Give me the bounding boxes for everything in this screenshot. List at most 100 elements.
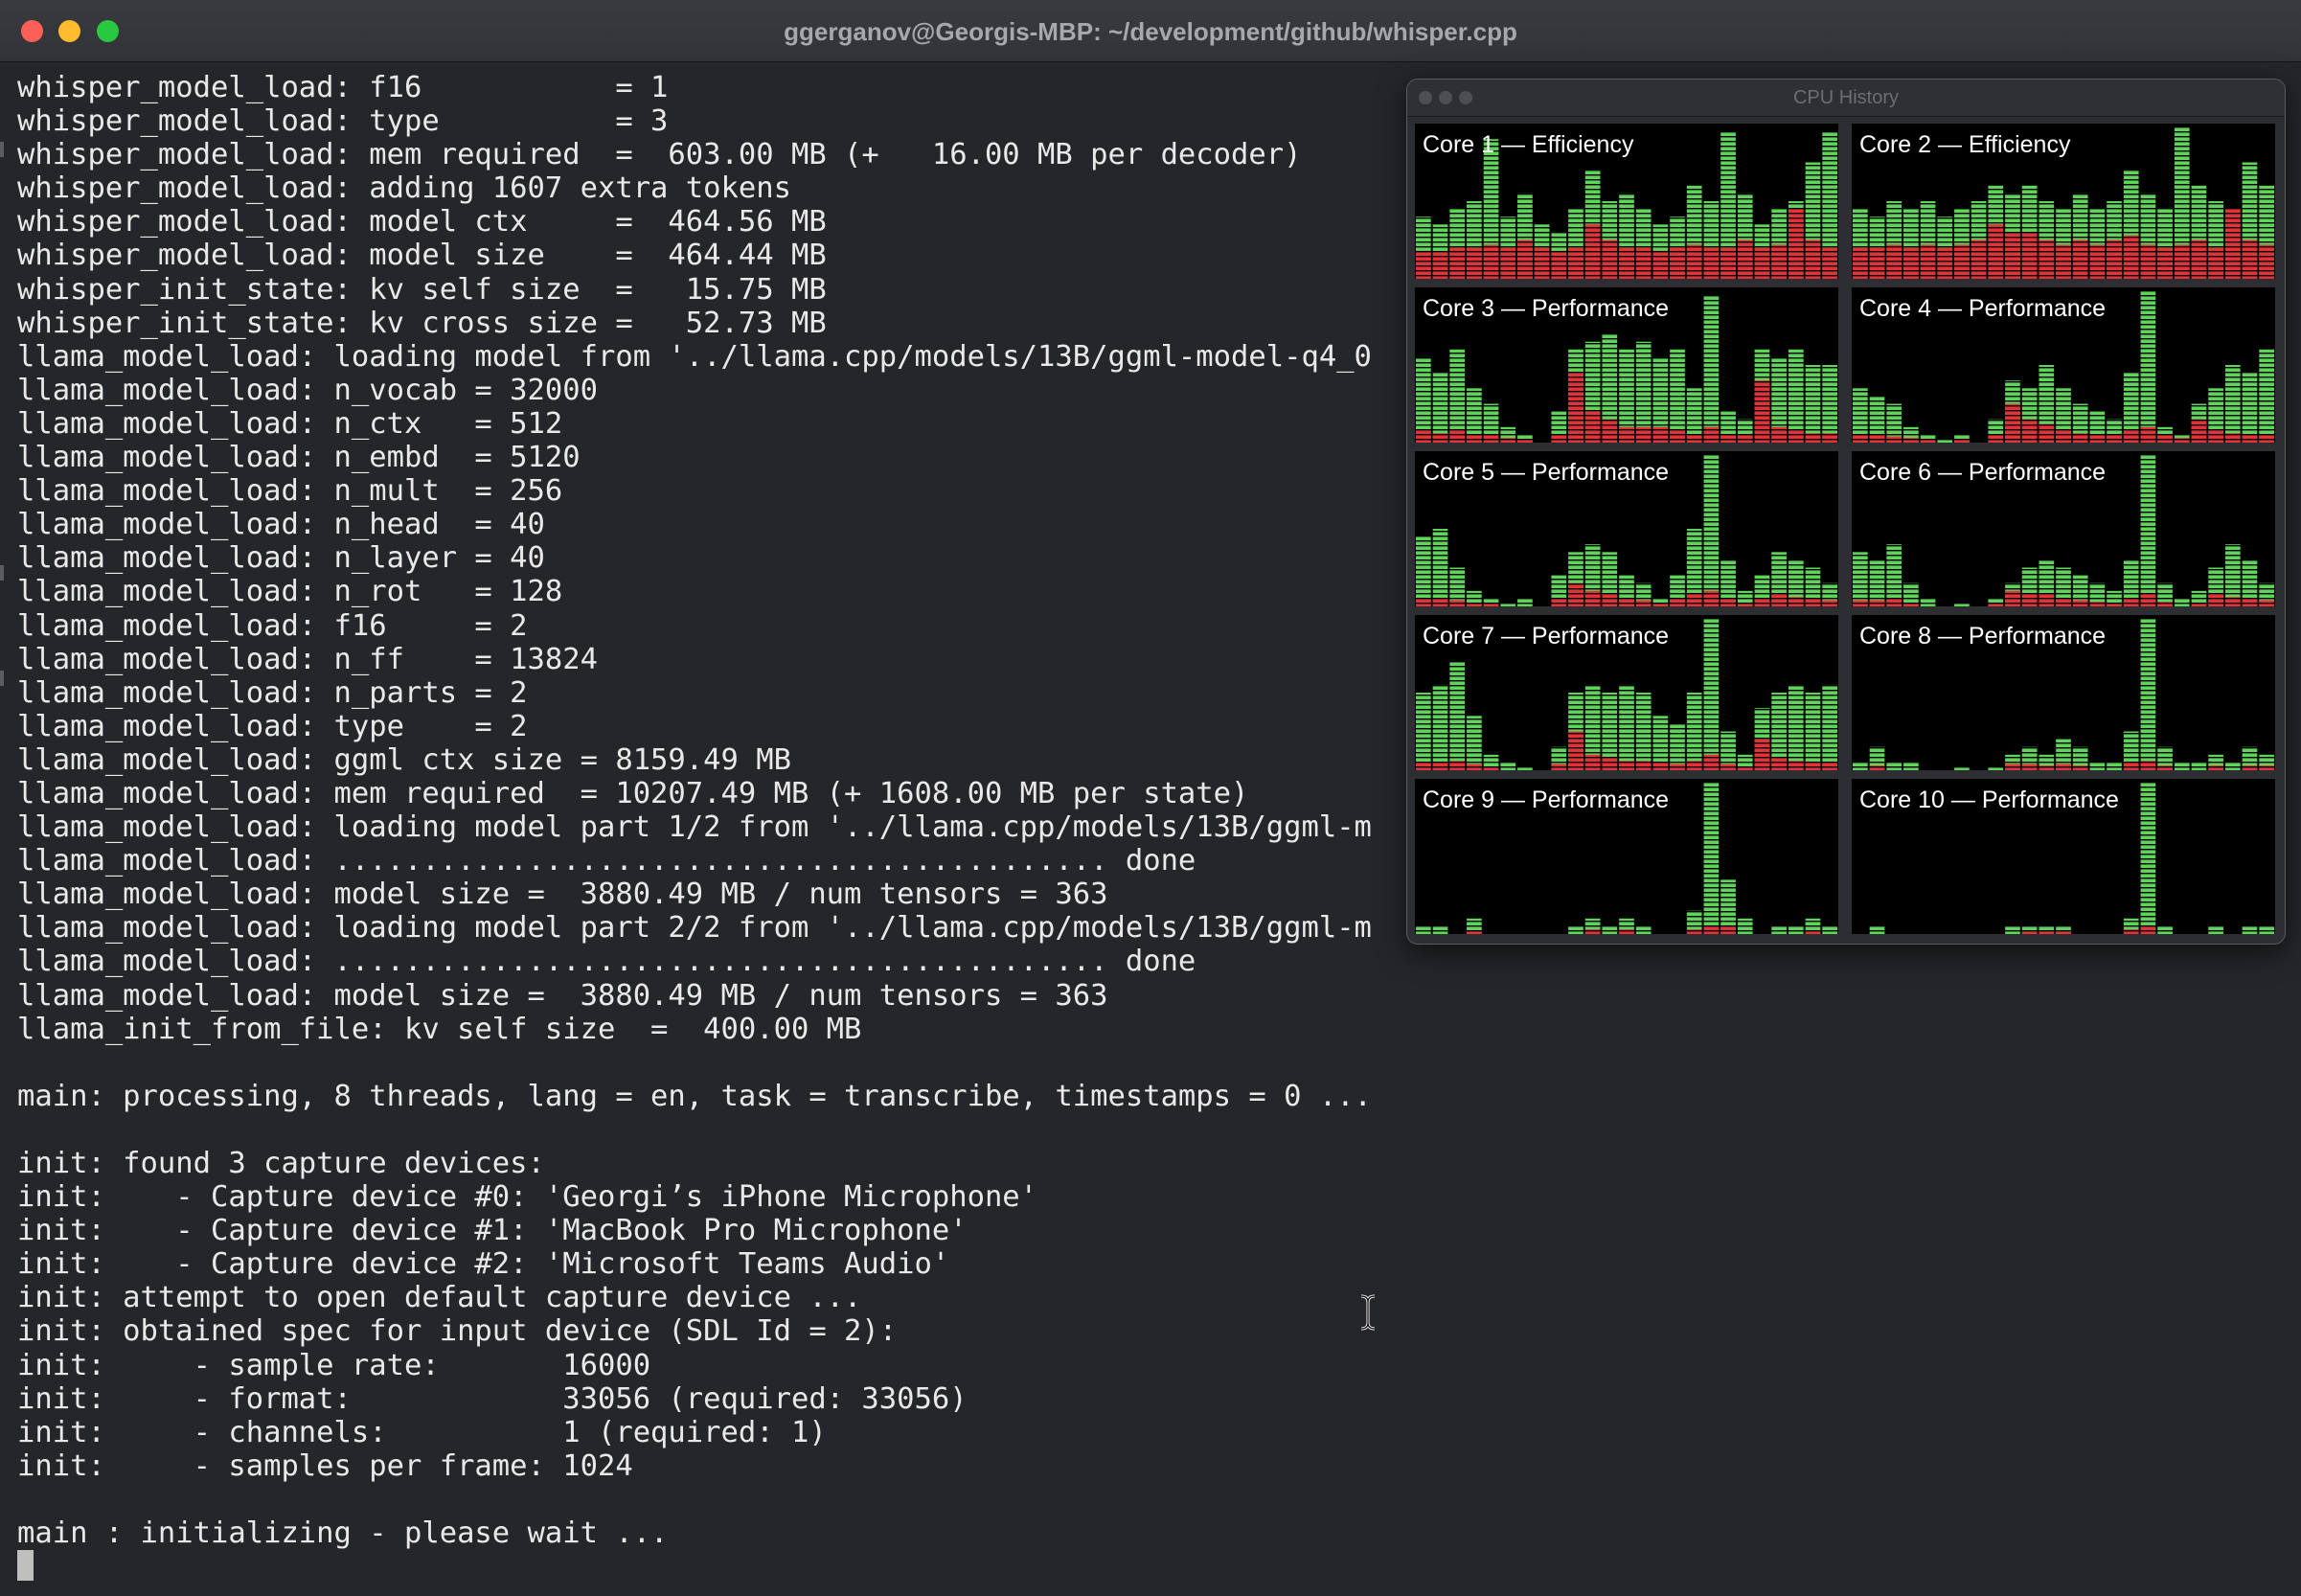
cpu-history-window[interactable]: CPU History Core 1 — Efficiency Core 2 — …: [1406, 79, 2286, 945]
system-load-bar: [2140, 594, 2156, 606]
segment-gap: [1415, 531, 1838, 533]
system-load-bar: [1584, 929, 1601, 934]
segment-gap: [1852, 723, 2275, 725]
segment-gap: [1415, 680, 1838, 682]
segment-gap: [1852, 550, 2275, 552]
segment-gap: [1852, 386, 2275, 388]
segment-gap: [1852, 348, 2275, 350]
system-load-bar: [1602, 758, 1618, 770]
segment-gap: [1415, 420, 1838, 422]
segment-gap: [1415, 516, 1838, 518]
system-load-bar: [1988, 434, 2004, 443]
segment-gap: [1415, 367, 1838, 369]
user-load-bar: [1853, 762, 1868, 770]
segment-gap: [1852, 618, 2275, 620]
segment-gap: [1852, 583, 2275, 585]
segment-gap: [1852, 766, 2275, 768]
segment-gap: [1852, 738, 2275, 740]
system-load-bar: [2123, 929, 2139, 934]
terminal-line: init: - sample rate: 16000: [17, 1348, 651, 1382]
system-load-bar: [1670, 247, 1685, 279]
terminal-titlebar[interactable]: ggerganov@Georgis-MBP: ~/development/git…: [0, 0, 2301, 62]
system-load-bar: [2140, 925, 2156, 934]
segment-gap: [1852, 400, 2275, 402]
segment-gap: [1852, 174, 2275, 176]
segment-gap: [1415, 699, 1838, 701]
terminal-line: init: - Capture device #0: 'Georgi’s iPh…: [17, 1180, 1038, 1215]
segment-gap: [1415, 507, 1838, 509]
segment-gap: [1852, 290, 2275, 292]
system-load-bar: [2005, 232, 2020, 279]
segment-gap: [1852, 434, 2275, 436]
segment-gap: [1852, 868, 2275, 870]
segment-gap: [1852, 270, 2275, 272]
segment-gap: [1852, 588, 2275, 590]
segment-gap: [1852, 574, 2275, 576]
system-load-bar: [1805, 239, 1821, 279]
system-load-bar: [1788, 209, 1804, 279]
terminal-line: llama_init_from_file: kv self size = 400…: [17, 1012, 862, 1046]
cpu-history-titlebar[interactable]: CPU History: [1407, 80, 2285, 117]
segment-gap: [1852, 901, 2275, 903]
terminal-line: init: obtained spec for input device (SD…: [17, 1314, 898, 1349]
segment-gap: [1415, 834, 1838, 836]
segment-gap: [1415, 290, 1838, 292]
user-load-bar: [2242, 925, 2258, 934]
segment-gap: [1415, 222, 1838, 224]
core-panel: Core 5 — Performance: [1415, 451, 1838, 606]
segment-gap: [1852, 237, 2275, 239]
terminal-line: init: found 3 capture devices:: [17, 1147, 545, 1180]
system-load-bar: [1652, 762, 1669, 770]
terminal-line: init: - format: 33056 (required: 33056): [17, 1381, 968, 1416]
segment-gap: [1852, 569, 2275, 571]
segment-gap: [1852, 559, 2275, 561]
segment-gap: [1415, 820, 1838, 822]
segment-gap: [1415, 858, 1838, 860]
segment-gap: [1852, 762, 2275, 764]
segment-gap: [1415, 583, 1838, 585]
segment-gap: [1852, 661, 2275, 663]
segment-gap: [1415, 728, 1838, 730]
segment-gap: [1852, 839, 2275, 841]
system-load-bar: [1416, 762, 1431, 770]
user-load-bar: [1602, 925, 1618, 934]
scroll-marker: [0, 565, 4, 581]
segment-gap: [1415, 901, 1838, 903]
segment-gap: [1415, 261, 1838, 262]
system-load-bar: [1602, 594, 1618, 606]
segment-gap: [1415, 849, 1838, 851]
segment-gap: [1852, 834, 2275, 836]
segment-gap: [1852, 680, 2275, 682]
segment-gap: [1415, 839, 1838, 841]
system-load-bar: [1754, 247, 1770, 279]
segment-gap: [1852, 261, 2275, 262]
segment-gap: [1415, 521, 1838, 523]
segment-gap: [1852, 376, 2275, 378]
segment-gap: [1415, 343, 1838, 345]
segment-gap: [1415, 685, 1838, 687]
segment-gap: [1852, 820, 2275, 822]
segment-gap: [1415, 825, 1838, 827]
segment-gap: [1415, 362, 1838, 364]
user-load-bar: [2224, 762, 2241, 770]
segment-gap: [1852, 217, 2275, 219]
segment-gap: [1415, 550, 1838, 552]
user-load-bar: [2157, 925, 2173, 934]
segment-gap: [1415, 410, 1838, 412]
segment-gap: [1852, 718, 2275, 720]
system-load-bar: [2208, 430, 2223, 443]
segment-gap: [1852, 338, 2275, 340]
segment-gap: [1852, 863, 2275, 865]
segment-gap: [1415, 738, 1838, 740]
segment-gap: [1852, 757, 2275, 759]
system-load-bar: [2123, 598, 2139, 606]
segment-gap: [1852, 391, 2275, 393]
segment-gap: [1852, 830, 2275, 832]
system-load-bar: [1483, 434, 1499, 443]
segment-gap: [1415, 651, 1838, 653]
segment-gap: [1415, 911, 1838, 913]
system-load-bar: [1886, 598, 1902, 606]
system-load-bar: [1500, 438, 1516, 443]
system-load-bar: [1869, 247, 1885, 279]
